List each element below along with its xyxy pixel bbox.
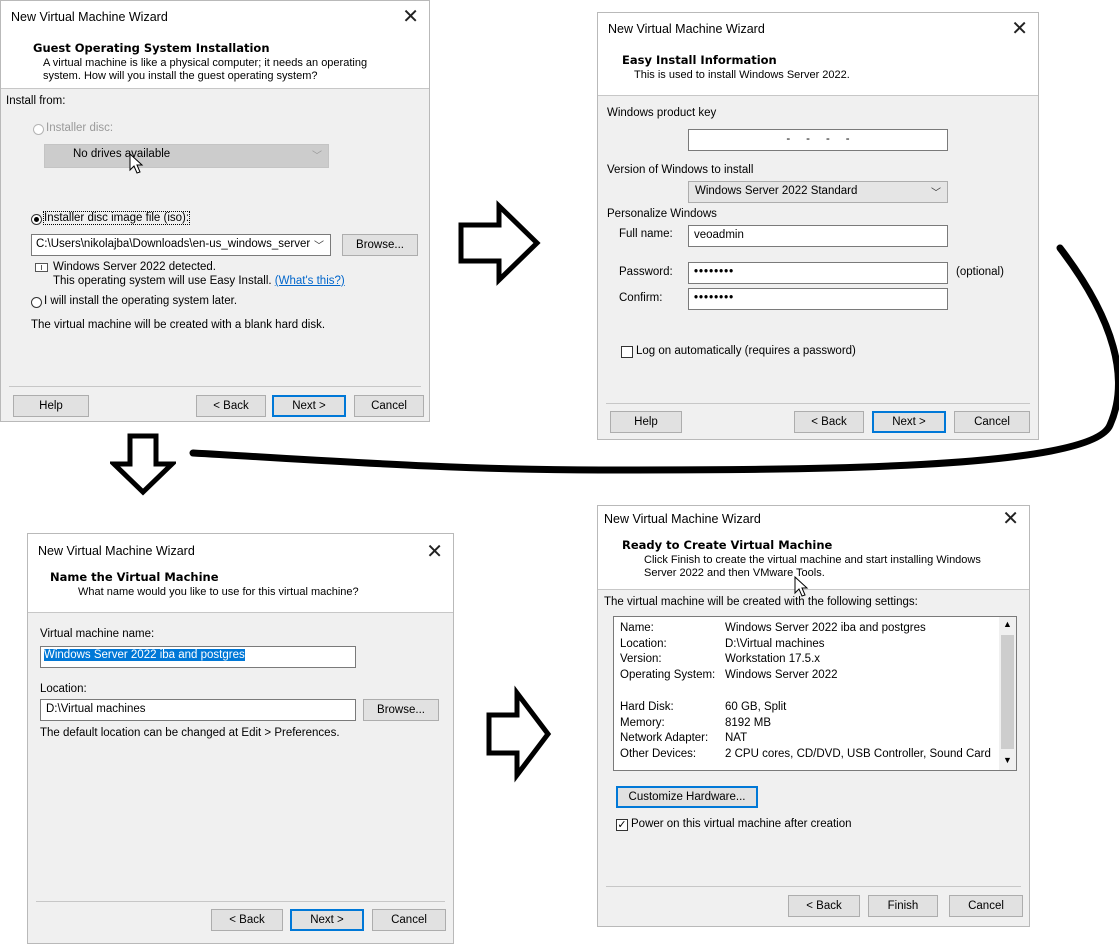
connector-curve [189,244,1119,474]
